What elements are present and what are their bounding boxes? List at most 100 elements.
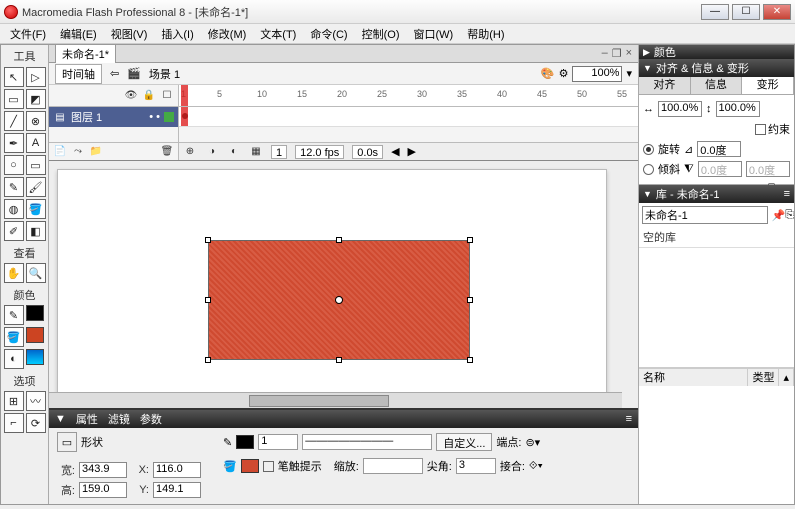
- library-col-name[interactable]: 名称: [639, 369, 748, 386]
- transform-handle-ne[interactable]: [467, 237, 473, 243]
- scale-y-input[interactable]: 100.0%: [716, 101, 760, 117]
- subselection-tool-icon[interactable]: ▷: [26, 67, 46, 87]
- y-input[interactable]: 149.1: [153, 482, 201, 498]
- paint-bucket-tool-icon[interactable]: 🪣: [26, 199, 46, 219]
- frame-row[interactable]: [179, 107, 638, 127]
- transform-handle-s[interactable]: [336, 357, 342, 363]
- edit-multiple-icon[interactable]: ▦: [249, 145, 263, 159]
- library-doc-select[interactable]: 未命名-1: [642, 206, 768, 224]
- doc-close-icon[interactable]: ×: [626, 47, 632, 60]
- zoom-tool-icon[interactable]: 🔍: [26, 263, 46, 283]
- library-options-icon[interactable]: ≡: [784, 188, 790, 200]
- black-white-icon[interactable]: ◐: [4, 349, 24, 369]
- eyedropper-tool-icon[interactable]: ✐: [4, 221, 24, 241]
- transform-handle-w[interactable]: [205, 297, 211, 303]
- stroke-color-prop[interactable]: [236, 435, 254, 449]
- line-tool-icon[interactable]: ╱: [4, 111, 24, 131]
- custom-stroke-button[interactable]: 自定义...: [436, 433, 492, 451]
- timeline-scroll-right-icon[interactable]: ▶: [408, 145, 416, 158]
- lasso-tool-icon[interactable]: ⊗: [26, 111, 46, 131]
- skew-x-input[interactable]: 0.0度: [698, 161, 742, 177]
- x-input[interactable]: 116.0: [153, 462, 201, 478]
- menu-commands[interactable]: 命令(C): [304, 26, 353, 42]
- zoom-dropdown-icon[interactable]: ▾: [626, 67, 632, 80]
- edit-symbols-icon[interactable]: ⚙: [559, 67, 569, 80]
- motion-guide-icon[interactable]: ⤳: [71, 145, 85, 159]
- pen-tool-icon[interactable]: ✒: [4, 133, 24, 153]
- keyframe-icon[interactable]: [182, 113, 188, 119]
- menu-view[interactable]: 视图(V): [105, 26, 154, 42]
- timeline-toggle-button[interactable]: 时间轴: [55, 64, 102, 84]
- outline-layers-icon[interactable]: ☐: [160, 89, 174, 103]
- pencil-tool-icon[interactable]: ✎: [4, 177, 24, 197]
- height-input[interactable]: 159.0: [79, 482, 127, 498]
- skew-y-input[interactable]: 0.0度: [746, 161, 790, 177]
- params-tab[interactable]: 参数: [140, 411, 162, 427]
- minimize-button[interactable]: —: [701, 4, 729, 20]
- stroke-color-swatch[interactable]: [26, 305, 44, 321]
- doc-restore-icon[interactable]: ❐: [612, 47, 622, 60]
- hand-tool-icon[interactable]: ✋: [4, 263, 24, 283]
- eraser-tool-icon[interactable]: ◧: [26, 221, 46, 241]
- menu-edit[interactable]: 编辑(E): [54, 26, 103, 42]
- delete-layer-icon[interactable]: 🗑: [160, 145, 174, 159]
- selected-shape[interactable]: [208, 240, 470, 360]
- free-transform-tool-icon[interactable]: ▭: [4, 89, 24, 109]
- transform-tab[interactable]: 变形: [742, 77, 794, 94]
- stage-viewport[interactable]: [49, 161, 638, 408]
- scale-select[interactable]: [363, 458, 423, 474]
- brush-tool-icon[interactable]: 🖌: [26, 177, 46, 197]
- join-select-icon[interactable]: ⟐▾: [529, 460, 543, 473]
- onion-skin-icon[interactable]: ◑: [205, 145, 219, 159]
- onion-outlines-icon[interactable]: ◐: [227, 145, 241, 159]
- stroke-style-select[interactable]: ————————: [302, 434, 432, 450]
- transform-handle-e[interactable]: [467, 297, 473, 303]
- library-col-type[interactable]: 类型: [748, 369, 779, 386]
- scale-x-input[interactable]: 100.0%: [658, 101, 702, 117]
- stroke-hint-checkbox[interactable]: [263, 461, 274, 472]
- horizontal-scrollbar[interactable]: [49, 392, 622, 408]
- option-smooth-icon[interactable]: 〰: [26, 391, 46, 411]
- gradient-transform-tool-icon[interactable]: ◩: [26, 89, 46, 109]
- miter-input[interactable]: 3: [456, 458, 496, 474]
- zoom-input[interactable]: 100%: [572, 66, 622, 82]
- rectangle-tool-icon[interactable]: ▭: [26, 155, 46, 175]
- transform-handle-sw[interactable]: [205, 357, 211, 363]
- library-list[interactable]: [639, 386, 794, 505]
- fill-color-prop[interactable]: [241, 459, 259, 473]
- menu-text[interactable]: 文本(T): [254, 26, 302, 42]
- layer-row[interactable]: ▤ 图层 1 • •: [49, 107, 178, 127]
- align-panel-toggle-icon[interactable]: ▼: [643, 63, 652, 73]
- ink-bottle-tool-icon[interactable]: ◍: [4, 199, 24, 219]
- transform-handle-nw[interactable]: [205, 237, 211, 243]
- filters-tab[interactable]: 滤镜: [108, 411, 130, 427]
- color-panel-toggle-icon[interactable]: ▶: [643, 47, 650, 58]
- info-tab[interactable]: 信息: [691, 77, 743, 94]
- new-folder-icon[interactable]: 📁: [89, 145, 103, 159]
- swap-colors-icon[interactable]: [26, 349, 44, 365]
- oval-tool-icon[interactable]: ○: [4, 155, 24, 175]
- rotate-input[interactable]: 0.0度: [697, 141, 741, 157]
- transform-center[interactable]: [335, 296, 343, 304]
- show-hide-layers-icon[interactable]: 👁: [124, 89, 138, 103]
- scene-name[interactable]: 场景 1: [149, 66, 180, 82]
- close-button[interactable]: ✕: [763, 4, 791, 20]
- width-input[interactable]: 343.9: [79, 462, 127, 478]
- timeline-ruler[interactable]: 1 5 10 15 20 25 30 35 40 45 50 55: [179, 85, 638, 107]
- skew-radio[interactable]: [643, 164, 654, 175]
- menu-control[interactable]: 控制(O): [356, 26, 406, 42]
- scrollbar-thumb[interactable]: [249, 395, 389, 407]
- maximize-button[interactable]: ☐: [732, 4, 760, 20]
- stroke-weight-input[interactable]: 1: [258, 434, 298, 450]
- stage[interactable]: [57, 169, 607, 399]
- new-layer-icon[interactable]: 📄: [53, 145, 67, 159]
- text-tool-icon[interactable]: A: [26, 133, 46, 153]
- back-arrow-icon[interactable]: ⇦: [110, 67, 119, 80]
- pin-library-icon[interactable]: 📌: [771, 209, 785, 222]
- rotate-radio[interactable]: [643, 144, 654, 155]
- constrain-checkbox[interactable]: [755, 124, 766, 135]
- option-snap-icon[interactable]: ⊞: [4, 391, 24, 411]
- timeline-scroll-left-icon[interactable]: ◀: [391, 145, 399, 158]
- menu-file[interactable]: 文件(F): [4, 26, 52, 42]
- library-sort-icon[interactable]: ▴: [779, 369, 794, 386]
